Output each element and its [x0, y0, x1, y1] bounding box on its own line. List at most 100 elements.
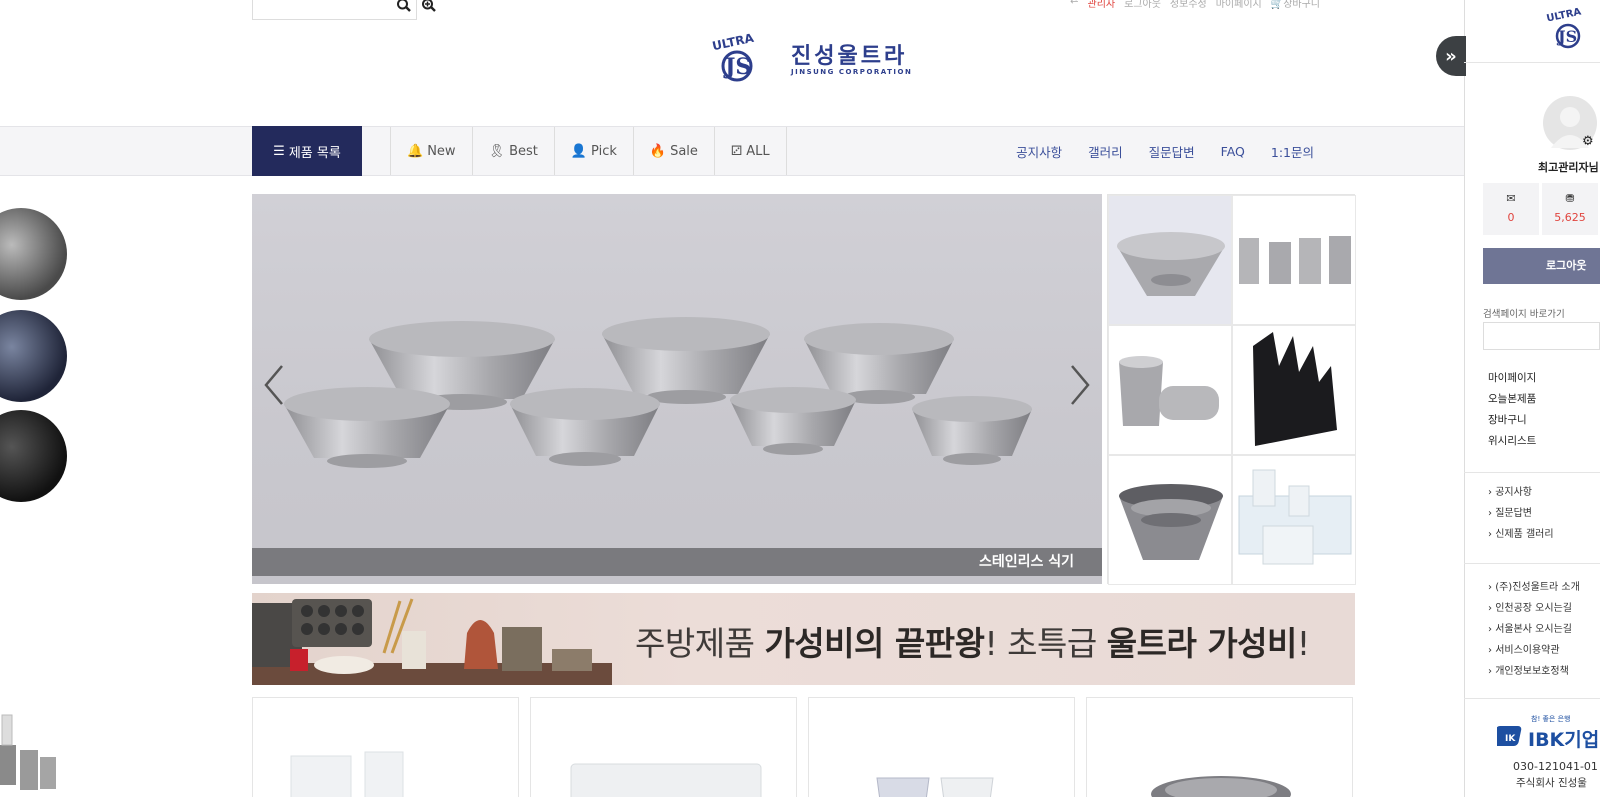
sidebar-item-incheon-directions[interactable]: › 인천공장 오시는길 — [1488, 598, 1580, 619]
tab-all[interactable]: ⚂ ALL — [715, 127, 787, 175]
category-menu-label: 제품 목록 — [288, 145, 341, 161]
bell-icon: 🔔 — [407, 143, 424, 159]
messages-stat[interactable]: ✉ 0 — [1483, 183, 1539, 235]
recent-product-thumb[interactable] — [0, 705, 70, 795]
product-card[interactable] — [252, 697, 519, 797]
nav-qna-link[interactable]: 질문답변 — [1149, 142, 1195, 161]
fire-icon: 🔥 — [649, 143, 667, 159]
sidebar-item-mypage[interactable]: 마이페이지 — [1488, 368, 1536, 389]
cart-icon: 🛒 — [1270, 0, 1284, 10]
svg-text:ULTRA: ULTRA — [711, 31, 756, 54]
divider — [1464, 563, 1600, 564]
sidebar-item-recently-viewed[interactable]: 오늘본제품 — [1488, 389, 1536, 410]
product-card[interactable] — [808, 697, 1075, 797]
slider-thumb-containers[interactable] — [1232, 455, 1356, 585]
sidebar-item-about[interactable]: › (주)진성울트라 소개 — [1488, 577, 1580, 598]
points-value: 5,625 — [1554, 211, 1586, 224]
banner-headline: 주방제품 가성비의 끝판왕! 초특급 울트라 가성비! — [635, 624, 1310, 663]
sidebar-search-label: 검색페이지 바로가기 — [1483, 309, 1565, 320]
cubes-icon: ⚂ — [730, 143, 743, 159]
svg-text:JS: JS — [723, 54, 751, 80]
page: ⇄ 관리자 로그아웃 정보수정 마이페이지 🛒장바구니 ULTRA JS 진성울… — [0, 0, 1600, 797]
sidebar-username: 최고관리자님 — [1538, 161, 1599, 174]
bank-logo: 참! 좋은 은행 IK IBK기업 — [1497, 714, 1599, 751]
sidebar-item-cart[interactable]: 장바구니 — [1488, 410, 1536, 431]
slider-prev-arrow[interactable] — [262, 364, 286, 406]
promo-banner[interactable]: 주방제품 가성비의 끝판왕! 초특급 울트라 가성비! — [252, 593, 1355, 685]
slider-thumb-bowl[interactable] — [1108, 195, 1232, 325]
svg-text:IBK기업: IBK기업 — [1528, 729, 1599, 751]
zoom-in-icon[interactable] — [421, 0, 437, 14]
slider-thumb-tumblers[interactable] — [1108, 325, 1232, 455]
slider-thumb-cups[interactable] — [1232, 195, 1356, 325]
sidebar-item-wishlist[interactable]: 위시리스트 — [1488, 431, 1536, 452]
tab-pick[interactable]: 👤 Pick — [555, 127, 634, 175]
logo-text: 진성울트라 — [791, 44, 908, 69]
gear-icon[interactable]: ⚙ — [1582, 134, 1594, 149]
nav-faq-link[interactable]: FAQ — [1221, 144, 1245, 159]
slider-thumb-holder[interactable] — [1232, 325, 1356, 455]
slider-thumbnail-grid — [1107, 194, 1356, 585]
divider — [1464, 698, 1600, 699]
hero-slider[interactable]: 스테인리스 식기 — [252, 194, 1102, 584]
site-logo[interactable]: ULTRA JS — [708, 28, 788, 92]
divider — [1464, 472, 1600, 473]
sidebar-item-privacy[interactable]: › 개인정보보호정책 — [1488, 661, 1580, 682]
exchange-icon: ⇄ — [1070, 0, 1079, 6]
admin-link[interactable]: 관리자 — [1088, 0, 1116, 10]
mypage-link[interactable]: 마이페이지 — [1216, 0, 1262, 10]
messages-count: 0 — [1507, 211, 1515, 224]
category-menu-button[interactable]: ☰ 제품 목록 — [252, 126, 362, 176]
tab-best[interactable]: 🎗 Best — [473, 127, 555, 175]
svg-text:ULTRA: ULTRA — [1546, 6, 1583, 24]
envelope-icon: ✉ — [1506, 192, 1516, 205]
nav-notice-link[interactable]: 공지사항 — [1016, 142, 1062, 161]
cart-link[interactable]: 🛒장바구니 — [1271, 0, 1320, 10]
search-icon[interactable] — [396, 0, 412, 14]
slider-caption: 스테인리스 식기 — [252, 548, 1102, 576]
slider-thumb-stacked-bowls[interactable] — [1108, 455, 1232, 585]
coins-icon: ⛃ — [1565, 192, 1575, 205]
sidebar-item-qna[interactable]: › 질문답변 — [1488, 503, 1554, 524]
sidebar-item-seoul-directions[interactable]: › 서울본사 오시는길 — [1488, 619, 1580, 640]
sidebar-menu: 마이페이지 오늘본제품 장바구니 위시리스트 — [1488, 368, 1536, 452]
nav-right-links: 공지사항 갤러리 질문답변 FAQ 1:1문의 — [1016, 127, 1314, 175]
edit-profile-link[interactable]: 정보수정 — [1170, 0, 1207, 10]
points-stat[interactable]: ⛃ 5,625 — [1542, 183, 1598, 235]
nav-inquiry-link[interactable]: 1:1문의 — [1271, 142, 1314, 161]
user-pick-icon: 👤 — [570, 143, 588, 159]
tab-new[interactable]: 🔔 New — [391, 127, 473, 175]
divider — [1464, 62, 1600, 63]
nav-gallery-link[interactable]: 갤러리 — [1088, 142, 1123, 161]
banner-kitchenware-image — [252, 598, 612, 685]
sidebar-toggle-button[interactable]: » — [1436, 36, 1466, 76]
sidebar-item-notice[interactable]: › 공지사항 — [1488, 482, 1554, 503]
slider-image-stainless-bowls — [284, 317, 1032, 468]
bank-account-holder: 주식회사 진성울 — [1516, 777, 1587, 789]
top-utility-links: ⇄ 관리자 로그아웃 정보수정 마이페이지 🛒장바구니 — [1070, 0, 1320, 10]
svg-text:JS: JS — [1556, 27, 1577, 46]
tab-sale[interactable]: 🔥 Sale — [634, 127, 715, 175]
menu-icon: ☰ — [273, 143, 285, 159]
sidebar-item-new-gallery[interactable]: › 신제품 갤러리 — [1488, 524, 1554, 545]
product-card[interactable] — [530, 697, 797, 797]
logout-link[interactable]: 로그아웃 — [1124, 0, 1161, 10]
sidebar-info-links: › (주)진성울트라 소개 › 인천공장 오시는길 › 서울본사 오시는길 › … — [1488, 577, 1580, 682]
header-search-input[interactable] — [252, 0, 417, 20]
sidebar-item-terms[interactable]: › 서비스이용약관 — [1488, 640, 1580, 661]
svg-text:참! 좋은 은행: 참! 좋은 은행 — [1531, 714, 1570, 723]
logout-button[interactable]: 로그아웃 — [1483, 248, 1600, 284]
slider-next-arrow[interactable] — [1068, 364, 1092, 406]
sidebar-board-links: › 공지사항 › 질문답변 › 신제품 갤러리 — [1488, 482, 1554, 545]
double-chevron-right-icon: » — [1445, 45, 1457, 67]
svg-text:IK: IK — [1505, 734, 1516, 744]
sidebar-logo[interactable]: ULTRA JS — [1540, 4, 1596, 52]
sidebar-search-input[interactable] — [1483, 322, 1600, 350]
recent-product-thumb[interactable] — [0, 310, 67, 402]
bank-account-number: 030-121041-01 — [1513, 760, 1598, 773]
award-icon: 🎗 — [488, 143, 506, 159]
product-card[interactable] — [1086, 697, 1353, 797]
recent-product-thumb[interactable] — [0, 410, 67, 502]
recent-product-thumb[interactable] — [0, 208, 67, 300]
nav-tabs: 🔔 New 🎗 Best 👤 Pick 🔥 Sale ⚂ ALL — [390, 127, 787, 175]
